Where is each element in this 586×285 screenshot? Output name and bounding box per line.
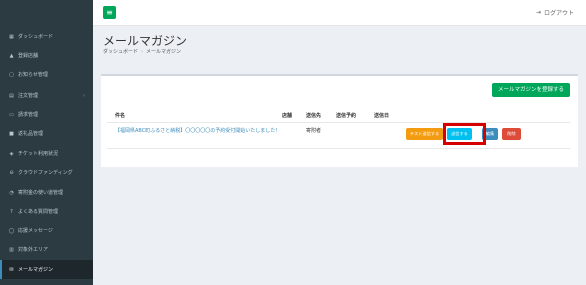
sidebar-item-label: 注文管理 [18,93,39,99]
sidebar-item-label: よくある質問管理 [18,209,59,215]
cell-recipients: 寄附者 [306,128,322,134]
order-icon: ▤ [9,92,14,99]
page-title: メールマガジン [103,34,188,48]
mail-magazine-panel: メールマガジンを登録する 件名 店舗 送信先 送信予約 送信日 【福岡県ABC町… [101,74,578,167]
logout-icon: ⇥ [535,9,541,16]
crowdfunding-icon: ⊖ [9,169,14,176]
faq-icon: ? [10,208,13,215]
mail-subject-link[interactable]: 【福岡県ABC町ふるさと納税】〇〇〇〇〇の予約受付開始いたしました！ [115,127,283,135]
sidebar-item-dashboard[interactable]: ▦ ダッシュボード [0,27,93,46]
sidebar-item-faq[interactable]: ? よくある質問管理 [0,202,93,221]
sidebar-item-label: 応援メッセージ [18,228,53,234]
store-icon: ▲ [9,52,14,59]
column-header-subject: 件名 [115,113,126,119]
register-mail-magazine-button[interactable]: メールマガジンを登録する [491,83,570,97]
sidebar-item-label: メールマガジン [18,267,54,273]
sidebar-item-label: 請求管理 [18,112,39,118]
header-divider [107,122,570,123]
sidebar-item-notices[interactable]: ▢ お知らせ管理 [0,65,93,84]
hamburger-menu-button[interactable]: ≡ [103,6,116,19]
message-icon: ◯ [8,227,15,234]
top-bar: ≡ ⇥ ログアウト [93,0,586,26]
area-icon: ▥ [9,246,14,253]
sidebar-item-label: 対象外エリア [18,247,49,253]
mail-icon: ✉ [9,266,14,273]
sidebar-item-mail-magazine[interactable]: ✉ メールマガジン [0,260,93,279]
sidebar-item-label: 登録店舗 [18,53,39,59]
breadcrumb-current: メールマガジン [146,49,182,55]
sidebar-item-billing[interactable]: ▭ 請求管理 [0,105,93,124]
row-divider [107,148,570,149]
sidebar-item-gifts[interactable]: ■ 返礼品管理 [0,124,93,143]
sidebar-item-crowdfunding[interactable]: ⊖ クラウドファンディング [0,163,93,182]
sidebar-item-stores[interactable]: ▲ 登録店舗 [0,46,93,65]
delete-button[interactable]: 削除 [502,128,521,140]
highlight-box [443,123,486,145]
gift-icon: ■ [9,130,14,137]
dashboard-icon: ▦ [9,33,14,40]
sidebar-item-tickets[interactable]: ◈ チケット利用状況 [0,144,93,163]
sidebar-item-usage[interactable]: ◔ 寄附金の使い道管理 [0,183,93,202]
column-header-scheduled: 送信予約 [336,113,357,119]
sidebar-item-label: お知らせ管理 [18,72,48,78]
sidebar-item-excluded-area[interactable]: ▥ 対象外エリア [0,240,93,259]
chevron-left-icon: ‹ [83,92,85,99]
sidebar-item-label: クラウドファンディング [18,170,73,176]
sidebar-item-label: 寄附金の使い道管理 [18,190,64,196]
logout-label: ログアウト [543,10,574,17]
breadcrumb: ダッシュボード › メールマガジン [103,48,181,55]
sidebar-item-label: チケット利用状況 [18,151,59,157]
column-header-sent-date: 送信日 [374,113,390,119]
column-header-recipients: 送信先 [306,113,322,119]
sidebar-item-messages[interactable]: ◯ 応援メッセージ [0,221,93,240]
breadcrumb-dashboard[interactable]: ダッシュボード [103,49,138,55]
sidebar: ▦ ダッシュボード ▲ 登録店舗 ▢ お知らせ管理 ▤ 注文管理 ‹ ▭ 請求管理 ■ 返礼品… [0,0,93,285]
ticket-icon: ◈ [9,150,14,157]
test-send-button[interactable]: テスト送信する [406,128,443,140]
hamburger-icon: ≡ [106,8,113,17]
logout-link[interactable]: ⇥ ログアウト [536,8,574,17]
invoice-icon: ▭ [9,111,14,118]
notice-icon: ▢ [9,71,14,78]
breadcrumb-separator: › [141,49,144,55]
column-header-store: 店舗 [282,113,293,119]
sidebar-item-orders[interactable]: ▤ 注文管理 ‹ [0,86,93,105]
sidebar-item-label: ダッシュボード [18,34,54,40]
usage-icon: ◔ [9,189,14,196]
sidebar-item-label: 返礼品管理 [18,131,44,137]
